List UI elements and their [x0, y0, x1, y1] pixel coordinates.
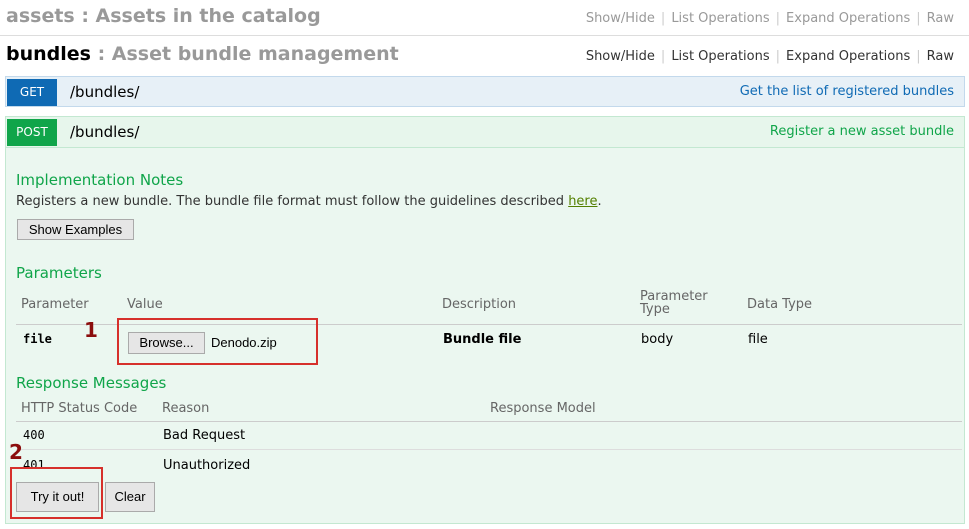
list-operations-link[interactable]: List Operations [668, 49, 772, 64]
show-hide-link[interactable]: Show/Hide [583, 49, 658, 64]
resource-name[interactable]: assets [6, 5, 75, 27]
param-description: Bundle file [443, 332, 522, 347]
show-examples-button[interactable]: Show Examples [17, 219, 134, 240]
expand-operations-link[interactable]: Expand Operations [783, 11, 913, 26]
column-header-parameter: Parameter [21, 297, 89, 312]
resource-header-assets: assets : Assets in the catalog Show/Hide… [0, 0, 969, 36]
resource-description: Assets in the catalog [95, 5, 321, 27]
http-method-badge[interactable]: GET [7, 79, 57, 106]
operation-path[interactable]: /bundles/ [70, 83, 139, 101]
column-header-description: Description [442, 297, 517, 312]
annotation-box-1 [117, 318, 318, 365]
list-operations-link[interactable]: List Operations [668, 11, 772, 26]
param-type: body [641, 332, 674, 347]
resource-links: Show/Hide | List Operations | Expand Operati… [583, 11, 957, 26]
response-messages-heading: Response Messages [16, 374, 167, 392]
status-code: 400 [23, 428, 45, 442]
resource-name[interactable]: bundles [6, 43, 91, 65]
operation-get-bundles[interactable]: GET /bundles/ Get the list of registered… [5, 76, 965, 107]
column-header-response-model: Response Model [490, 401, 596, 416]
clear-button[interactable]: Clear [105, 482, 155, 512]
param-name-file: file [23, 332, 52, 346]
column-header-reason: Reason [162, 401, 210, 416]
annotation-number-1: 1 [84, 318, 98, 342]
show-hide-link[interactable]: Show/Hide [583, 11, 658, 26]
table-divider [16, 449, 962, 450]
expand-operations-link[interactable]: Expand Operations [783, 49, 913, 64]
resource-title[interactable]: bundles : Asset bundle management [6, 43, 399, 65]
resource-links: Show/Hide | List Operations | Expand Operati… [583, 49, 957, 64]
column-header-parameter-type: Parameter Type [640, 289, 708, 317]
table-divider [16, 421, 962, 422]
implementation-notes-text: Registers a new bundle. The bundle file … [16, 194, 602, 209]
column-header-data-type: Data Type [747, 297, 813, 312]
operation-post-bundles[interactable]: POST /bundles/ Register a new asset bund… [5, 116, 965, 147]
column-header-status-code: HTTP Status Code [21, 401, 138, 416]
annotation-box-2 [10, 467, 103, 519]
resource-description: Asset bundle management [111, 43, 399, 65]
parameters-heading: Parameters [16, 264, 102, 282]
resource-title[interactable]: assets : Assets in the catalog [6, 5, 321, 27]
param-data-type: file [748, 332, 768, 347]
operation-summary[interactable]: Register a new asset bundle [770, 124, 954, 139]
status-reason: Unauthorized [163, 458, 251, 473]
operation-summary[interactable]: Get the list of registered bundles [740, 84, 954, 99]
column-header-value: Value [127, 297, 163, 312]
annotation-number-2: 2 [9, 440, 23, 464]
guidelines-link[interactable]: here [568, 194, 597, 209]
raw-link[interactable]: Raw [924, 49, 957, 64]
http-method-badge[interactable]: POST [7, 119, 57, 146]
resource-header-bundles: bundles : Asset bundle management Show/H… [0, 38, 969, 74]
operation-path[interactable]: /bundles/ [70, 123, 139, 141]
implementation-notes-heading: Implementation Notes [16, 171, 184, 189]
raw-link[interactable]: Raw [924, 11, 957, 26]
status-reason: Bad Request [163, 428, 246, 443]
